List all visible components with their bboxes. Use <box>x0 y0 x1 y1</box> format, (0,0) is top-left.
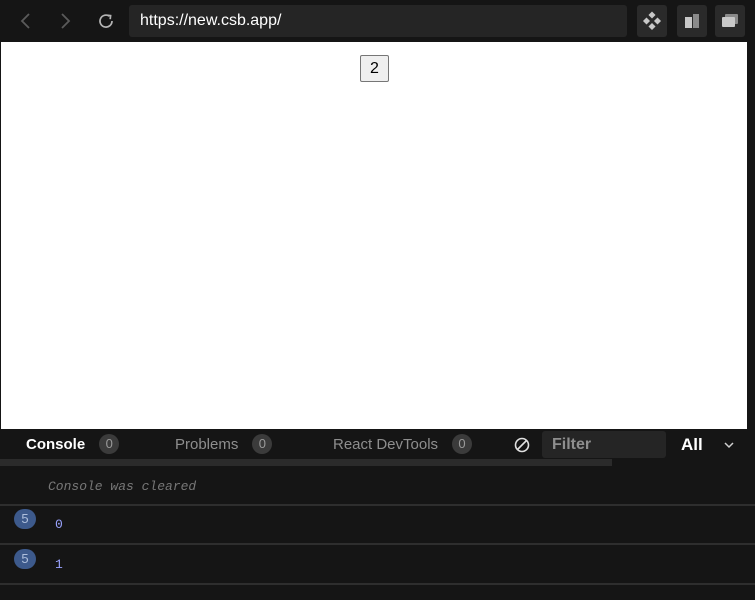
chevron-right-icon <box>61 13 71 29</box>
tab-problems[interactable]: Problems 0 <box>175 429 273 459</box>
log-level-value: All <box>681 435 703 454</box>
tab-problems-label: Problems <box>175 435 239 453</box>
console-log-row: 5 1 <box>0 546 755 585</box>
browser-toolbar: https://new.csb.app/ <box>0 0 755 42</box>
diamond-grid-icon <box>642 11 662 31</box>
log-value: 0 <box>55 517 63 532</box>
split-view-icon <box>685 14 699 28</box>
tab-console[interactable]: Console 0 <box>26 429 120 459</box>
windows-icon <box>722 14 738 27</box>
preview-counter-button[interactable]: 2 <box>360 55 389 82</box>
tab-react-devtools-count: 0 <box>452 434 473 454</box>
url-bar[interactable]: https://new.csb.app/ <box>129 5 627 37</box>
log-value: 1 <box>55 557 63 572</box>
refresh-icon <box>99 14 113 28</box>
forward-button[interactable] <box>52 8 78 34</box>
tab-console-label: Console <box>26 435 86 453</box>
console-log-row: 5 0 <box>0 506 755 545</box>
split-view-button[interactable] <box>677 5 707 37</box>
tab-problems-count: 0 <box>252 434 273 454</box>
preview-pane: 2 <box>1 42 747 429</box>
tab-react-devtools[interactable]: React DevTools 0 <box>333 429 473 459</box>
log-level-select[interactable]: All <box>674 431 746 459</box>
repeat-count-badge: 5 <box>14 549 36 569</box>
tab-console-count: 0 <box>99 434 120 454</box>
chevron-left-icon <box>20 13 30 29</box>
tab-react-devtools-label: React DevTools <box>333 435 439 453</box>
console-output: Console was cleared 5 0 5 1 <box>0 467 755 600</box>
scrollbar-thumb[interactable] <box>0 459 612 466</box>
console-cleared-row: Console was cleared <box>0 467 755 506</box>
horizontal-scrollbar[interactable] <box>0 459 755 467</box>
windows-button[interactable] <box>715 5 745 37</box>
clear-icon <box>514 437 530 453</box>
console-filter-input[interactable] <box>542 431 666 458</box>
back-button[interactable] <box>13 8 39 34</box>
preview-side-gutter <box>747 42 755 429</box>
chevron-down-icon <box>724 442 734 449</box>
devtools-toggle-button[interactable] <box>637 5 667 37</box>
clear-console-button[interactable] <box>513 436 531 454</box>
console-cleared-message: Console was cleared <box>48 479 197 494</box>
repeat-count-badge: 5 <box>14 509 36 529</box>
refresh-button[interactable] <box>93 8 119 34</box>
